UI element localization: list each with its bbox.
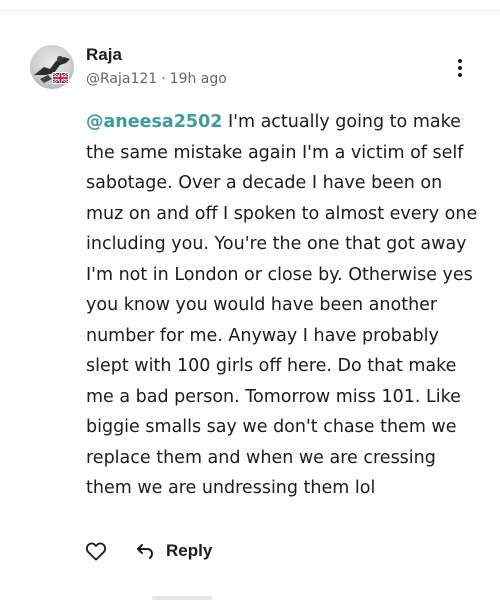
comment-card: Raja @Raja121 · 19h ago @aneesa2502 I'm ac…	[0, 0, 500, 600]
more-vertical-icon	[458, 73, 462, 77]
more-options-button[interactable]	[450, 56, 470, 80]
comment-body: @aneesa2502 I'm actually going to make t…	[86, 107, 481, 504]
comment-meta: @Raja121 · 19h ago	[86, 71, 227, 87]
author-name[interactable]: Raja	[86, 45, 122, 65]
uk-flag-icon	[52, 72, 69, 84]
reply-button[interactable]: Reply	[136, 541, 212, 561]
author-handle[interactable]: @Raja121	[86, 71, 157, 87]
next-item-edge	[152, 596, 212, 600]
like-button[interactable]	[84, 539, 108, 563]
mention-link[interactable]: @aneesa2502	[86, 112, 222, 132]
more-vertical-icon	[458, 59, 462, 63]
reply-arrow-icon	[136, 541, 156, 561]
more-vertical-icon	[458, 66, 462, 70]
heart-outline-icon	[85, 542, 107, 561]
reply-label: Reply	[166, 541, 213, 560]
comment-text: I'm actually going to make the same mist…	[86, 112, 478, 498]
timestamp: 19h ago	[169, 71, 227, 87]
avatar[interactable]	[30, 45, 74, 89]
comment-actions: Reply	[84, 538, 212, 564]
meta-separator: ·	[161, 71, 166, 87]
